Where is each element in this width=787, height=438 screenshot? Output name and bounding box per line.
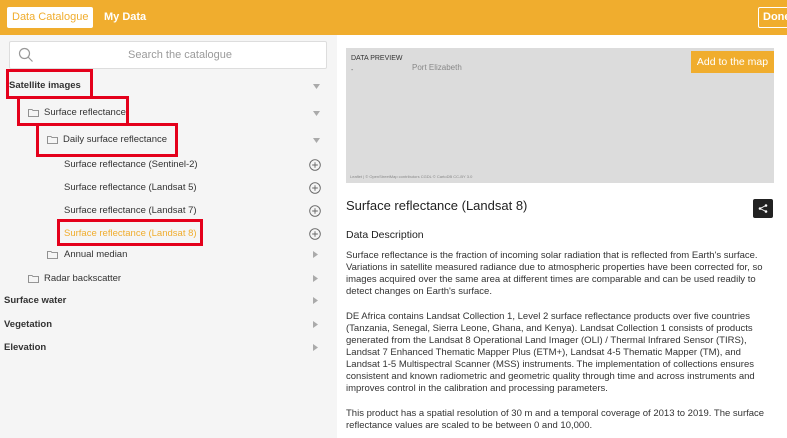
map-marker: - — [351, 67, 354, 74]
tree-label: Surface reflectance (Landsat 7) — [64, 205, 197, 216]
share-icon — [758, 204, 768, 213]
description-heading: Data Description — [346, 229, 424, 241]
chevron-down-icon — [313, 138, 320, 143]
tree-label: Surface water — [4, 295, 67, 306]
map-place-label: Port Elizabeth — [412, 63, 462, 72]
description-paragraph: This product has a spatial resolution of… — [346, 408, 765, 431]
add-circle-icon[interactable] — [309, 228, 321, 240]
search-box — [9, 41, 327, 69]
add-circle-icon[interactable] — [309, 182, 321, 194]
tree-folder-radar-backscatter[interactable]: Radar backscatter — [0, 267, 330, 291]
folder-icon — [28, 275, 39, 283]
tab-my-data[interactable]: My Data — [99, 7, 151, 28]
chevron-down-icon — [313, 84, 320, 89]
search-input[interactable] — [40, 45, 320, 65]
tree-label: Surface reflectance — [44, 107, 126, 118]
tree-folder-annual-median[interactable]: Annual median — [0, 243, 330, 267]
tree-item-landsat-7[interactable]: Surface reflectance (Landsat 7) — [0, 199, 330, 223]
preview-label: DATA PREVIEW — [351, 55, 403, 62]
tab-data-catalogue[interactable]: Data Catalogue — [7, 7, 94, 28]
catalogue-panel: Satellite images Surface reflectance Dai… — [0, 35, 337, 438]
tree-label: Annual median — [64, 249, 128, 260]
tree-group-satellite-images[interactable]: Satellite images — [0, 74, 330, 98]
tree-label: Surface reflectance (Landsat 5) — [64, 182, 197, 193]
tree-label: Vegetation — [4, 319, 53, 330]
description-paragraph: Surface reflectance is the fraction of i… — [346, 250, 763, 297]
tree-group-elevation[interactable]: Elevation — [0, 336, 330, 360]
folder-icon — [47, 251, 58, 259]
chevron-down-icon — [313, 111, 320, 116]
add-to-map-button[interactable]: Add to the map — [691, 51, 774, 73]
add-circle-icon[interactable] — [309, 159, 321, 171]
share-button[interactable] — [753, 199, 773, 218]
chevron-right-icon — [313, 275, 318, 282]
tree-folder-daily-surface-reflectance[interactable]: Daily surface reflectance — [0, 128, 330, 152]
chevron-right-icon — [313, 251, 318, 258]
tree-folder-surface-reflectance[interactable]: Surface reflectance — [0, 101, 330, 125]
tree-label: Radar backscatter — [44, 273, 122, 284]
folder-open-icon — [28, 109, 39, 117]
tree-item-sentinel-2[interactable]: Surface reflectance (Sentinel-2) — [0, 153, 330, 177]
tree-group-surface-water[interactable]: Surface water — [0, 289, 330, 313]
chevron-right-icon — [313, 321, 318, 328]
tree-label: Daily surface reflectance — [63, 134, 168, 145]
tree-label: Elevation — [4, 342, 47, 353]
top-bar: Data Catalogue My Data Done — [0, 0, 787, 35]
chevron-right-icon — [313, 344, 318, 351]
tree-group-vegetation[interactable]: Vegetation — [0, 313, 330, 337]
tree-item-landsat-5[interactable]: Surface reflectance (Landsat 5) — [0, 176, 330, 200]
description-paragraph: DE Africa contains Landsat Collection 1,… — [346, 311, 755, 394]
tree-label: Satellite images — [9, 80, 81, 91]
chevron-right-icon — [313, 297, 318, 304]
dataset-title: Surface reflectance (Landsat 8) — [346, 198, 528, 213]
search-icon — [18, 47, 33, 62]
tree-label: Surface reflectance (Sentinel-2) — [64, 159, 198, 170]
add-circle-icon[interactable] — [309, 205, 321, 217]
map-attribution: Leaflet | © OpenStreetMap contributors C… — [350, 174, 473, 179]
folder-open-icon — [47, 136, 58, 144]
done-button[interactable]: Done — [758, 7, 787, 28]
